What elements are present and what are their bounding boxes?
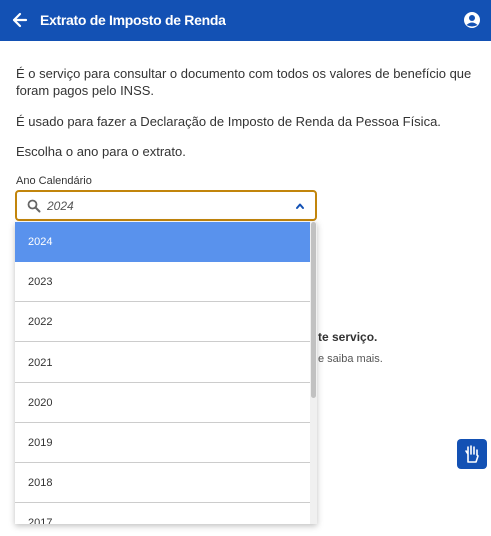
year-field-label: Ano Calendário <box>16 175 92 187</box>
choose-year-instruction: Escolha o ano para o extrato. <box>16 144 186 159</box>
year-search-input[interactable] <box>47 196 277 216</box>
service-description: É o serviço para consultar o documento c… <box>16 66 472 98</box>
arrow-left-icon <box>12 12 28 28</box>
accessibility-button[interactable] <box>457 439 487 469</box>
year-option[interactable]: 2024 <box>15 222 310 262</box>
sign-language-icon <box>465 445 479 463</box>
service-usage: É usado para fazer a Declaração de Impos… <box>16 114 441 129</box>
user-circle-icon <box>464 12 480 28</box>
year-option[interactable]: 2021 <box>15 343 310 383</box>
year-option[interactable]: 2022 <box>15 302 310 342</box>
year-option[interactable]: 2018 <box>15 463 310 503</box>
year-option[interactable]: 2020 <box>15 383 310 423</box>
background-text-fragment: e saiba mais. <box>318 353 383 365</box>
app-header: Extrato de Imposto de Renda <box>0 0 491 41</box>
back-button[interactable] <box>10 10 30 30</box>
background-heading-fragment: te serviço. <box>318 330 378 344</box>
page-title: Extrato de Imposto de Renda <box>40 12 226 28</box>
user-button[interactable] <box>463 11 481 29</box>
year-dropdown-list[interactable]: 2024 2023 2022 2021 2020 2019 2018 2017 <box>15 222 317 524</box>
search-icon <box>27 199 41 213</box>
dropdown-scrollbar[interactable] <box>310 222 317 524</box>
year-option[interactable]: 2019 <box>15 423 310 463</box>
year-option[interactable]: 2017 <box>15 503 310 524</box>
chevron-up-icon[interactable] <box>295 201 305 211</box>
dropdown-scrollbar-thumb[interactable] <box>311 222 316 398</box>
year-option[interactable]: 2023 <box>15 262 310 302</box>
year-combobox[interactable] <box>15 190 317 221</box>
